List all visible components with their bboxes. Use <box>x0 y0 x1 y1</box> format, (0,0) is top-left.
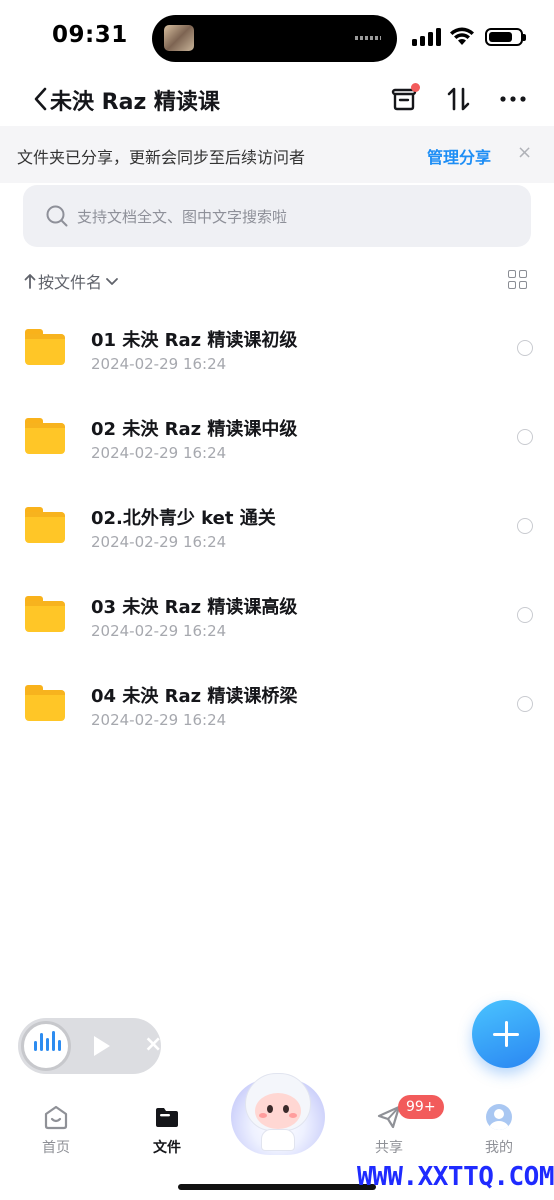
cellular-signal-icon <box>412 28 442 46</box>
tab-label: 共享 <box>375 1140 403 1156</box>
sort-bar: 按文件名 <box>0 262 554 298</box>
file-name: 01 未泱 Raz 精读课初级 <box>91 330 298 351</box>
more-icon <box>500 96 526 102</box>
floating-audio-player[interactable]: × <box>18 1018 162 1074</box>
list-item[interactable]: 03 未泱 Raz 精读课高级 2024-02-29 16:24 <box>0 570 554 659</box>
search-input[interactable]: 支持文档全文、图中文字搜索啦 <box>23 185 531 247</box>
list-item[interactable]: 01 未泱 Raz 精读课初级 2024-02-29 16:24 <box>0 303 554 392</box>
live-activity-thumbnail <box>164 25 194 51</box>
file-date: 2024-02-29 16:24 <box>91 444 227 462</box>
file-list: 01 未泱 Raz 精读课初级 2024-02-29 16:24 02 未泱 R… <box>0 303 554 748</box>
share-notice-text: 文件夹已分享，更新会同步至后续访问者 <box>17 148 306 167</box>
select-checkbox[interactable] <box>517 340 533 356</box>
wifi-icon <box>450 27 474 45</box>
file-date: 2024-02-29 16:24 <box>91 711 227 729</box>
manage-share-link[interactable]: 管理分享 <box>427 144 491 168</box>
select-checkbox[interactable] <box>517 696 533 712</box>
file-name: 02.北外青少 ket 通关 <box>91 508 276 529</box>
folder-icon <box>25 329 65 365</box>
file-date: 2024-02-29 16:24 <box>91 622 227 640</box>
tab-label: 我的 <box>485 1140 513 1156</box>
page-title: 未泱 Raz 精读课 <box>50 90 220 115</box>
grid-view-icon[interactable] <box>508 270 528 290</box>
list-item[interactable]: 02 未泱 Raz 精读课中级 2024-02-29 16:24 <box>0 392 554 481</box>
inbox-button[interactable] <box>388 82 422 116</box>
folder-icon <box>156 1108 178 1127</box>
file-name: 03 未泱 Raz 精读课高级 <box>91 597 298 618</box>
dynamic-island[interactable] <box>152 15 397 62</box>
status-time: 09:31 <box>52 22 128 48</box>
list-item[interactable]: 04 未泱 Raz 精读课桥梁 2024-02-29 16:24 <box>0 659 554 748</box>
search-placeholder: 支持文档全文、图中文字搜索啦 <box>77 208 288 226</box>
sort-by-name-dropdown[interactable]: 按文件名 <box>24 269 120 293</box>
battery-icon <box>485 28 526 46</box>
sort-arrows-icon <box>447 87 470 111</box>
tab-home[interactable]: 首页 <box>21 1100 91 1160</box>
home-icon <box>44 1105 68 1130</box>
close-icon[interactable]: × <box>517 142 532 163</box>
status-bar: 09:31 <box>0 0 554 72</box>
select-checkbox[interactable] <box>517 518 533 534</box>
folder-icon <box>25 685 65 721</box>
file-name: 02 未泱 Raz 精读课中级 <box>91 419 298 440</box>
folder-icon <box>25 507 65 543</box>
list-item[interactable]: 02.北外青少 ket 通关 2024-02-29 16:24 <box>0 481 554 570</box>
file-date: 2024-02-29 16:24 <box>91 533 227 551</box>
folder-icon <box>25 596 65 632</box>
battery-level <box>489 32 512 42</box>
file-name: 04 未泱 Raz 精读课桥梁 <box>91 686 298 707</box>
more-button[interactable] <box>496 82 530 116</box>
notification-badge: 99+ <box>398 1095 444 1119</box>
add-button[interactable] <box>472 1000 540 1068</box>
chevron-down-icon <box>106 278 118 285</box>
nav-bar: 未泱 Raz 精读课 <box>0 72 554 126</box>
back-chevron-icon[interactable] <box>32 86 52 112</box>
folder-icon <box>25 418 65 454</box>
audio-wave-icon[interactable] <box>21 1021 71 1071</box>
avatar-icon <box>486 1104 512 1130</box>
sort-label: 按文件名 <box>38 273 103 292</box>
select-checkbox[interactable] <box>517 607 533 623</box>
tab-files[interactable]: 文件 <box>132 1100 202 1160</box>
arrow-up-icon <box>24 274 36 289</box>
tab-profile[interactable]: 我的 <box>464 1100 534 1160</box>
ai-assistant-mascot-button[interactable] <box>231 1073 325 1155</box>
watermark-text: WWW.XXTTQ.COM <box>357 1162 554 1192</box>
notification-dot <box>411 83 420 92</box>
audio-activity-indicator <box>355 36 381 40</box>
file-date: 2024-02-29 16:24 <box>91 355 227 373</box>
sort-button[interactable] <box>442 82 476 116</box>
search-icon <box>46 205 68 227</box>
tab-label: 文件 <box>153 1140 181 1156</box>
tab-label: 首页 <box>42 1140 70 1156</box>
share-banner: 文件夹已分享，更新会同步至后续访问者 管理分享 × <box>0 126 554 183</box>
play-icon[interactable] <box>94 1036 110 1056</box>
home-indicator <box>178 1184 376 1190</box>
select-checkbox[interactable] <box>517 429 533 445</box>
close-icon[interactable]: × <box>144 1032 162 1057</box>
